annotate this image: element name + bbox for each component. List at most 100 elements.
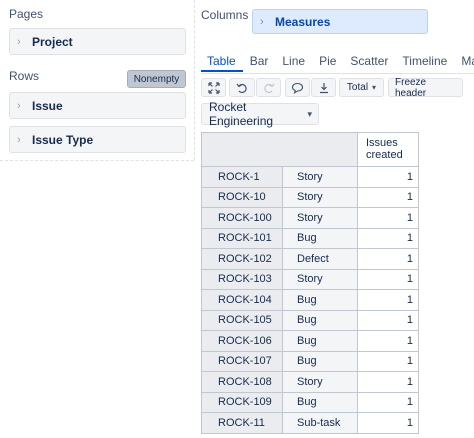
issue-type-cell[interactable]: Bug	[282, 350, 358, 372]
issue-cell[interactable]: ROCK-100	[201, 207, 283, 229]
chevron-right-icon: ›	[260, 15, 264, 28]
dimension-label: Project	[32, 34, 73, 49]
comment-button[interactable]	[285, 78, 310, 97]
pages-dimension-project[interactable]: › Project	[9, 28, 186, 55]
issue-type-cell[interactable]: Story	[282, 186, 358, 208]
columns-dimension-measures[interactable]: › Measures	[252, 9, 428, 34]
value-cell: 1	[357, 268, 419, 290]
chevron-right-icon: ›	[17, 133, 21, 146]
table-corner-cell	[201, 132, 358, 167]
issue-cell[interactable]: ROCK-1	[201, 166, 283, 188]
tab-map[interactable]: Map	[454, 52, 474, 72]
issue-type-cell[interactable]: Story	[282, 371, 358, 393]
tab-timeline[interactable]: Timeline	[395, 52, 454, 72]
table-row: ROCK-1 Story 1	[201, 166, 419, 188]
chevron-right-icon: ›	[17, 99, 21, 112]
issue-type-cell[interactable]: Bug	[282, 391, 358, 413]
chevron-right-icon: ›	[17, 35, 21, 48]
issue-type-cell[interactable]: Story	[282, 207, 358, 229]
issue-type-cell[interactable]: Sub-task	[282, 412, 358, 434]
table-row: ROCK-104 Bug 1	[201, 289, 419, 311]
total-label: Total	[346, 82, 369, 93]
table-row: ROCK-100 Story 1	[201, 207, 419, 229]
tab-scatter[interactable]: Scatter	[343, 52, 395, 72]
value-cell: 1	[357, 186, 419, 208]
pages-section-title: Pages	[9, 7, 44, 21]
project-selector-value: Rocket Engineering	[209, 100, 274, 128]
dimension-label: Measures	[275, 14, 331, 29]
comment-icon	[291, 82, 304, 94]
measure-header-line: Issues	[366, 137, 398, 149]
issue-type-cell[interactable]: Story	[282, 166, 358, 188]
issue-type-cell[interactable]: Bug	[282, 227, 358, 249]
table-row: ROCK-109 Bug 1	[201, 391, 419, 413]
undo-icon	[236, 83, 247, 93]
table-row: ROCK-10 Story 1	[201, 186, 419, 208]
issue-type-cell[interactable]: Bug	[282, 330, 358, 352]
view-tabs: Table Bar Line Pie Scatter Timeline Map	[201, 52, 474, 74]
issue-cell[interactable]: ROCK-107	[201, 350, 283, 372]
issue-cell[interactable]: ROCK-101	[201, 227, 283, 249]
table-row: ROCK-106 Bug 1	[201, 330, 419, 352]
export-button[interactable]	[311, 78, 336, 97]
total-dropdown[interactable]: Total ▾	[339, 78, 384, 97]
redo-button[interactable]	[256, 78, 281, 97]
dimension-label: Issue Type	[32, 132, 94, 147]
chevron-down-icon: ▾	[372, 83, 377, 92]
tab-table[interactable]: Table	[201, 52, 243, 72]
tabs-divider	[201, 73, 474, 74]
tab-pie[interactable]: Pie	[312, 52, 343, 72]
issue-type-cell[interactable]: Bug	[282, 309, 358, 331]
table-row: ROCK-103 Story 1	[201, 268, 419, 290]
measure-header-line: created	[366, 149, 403, 161]
issue-type-cell[interactable]: Story	[282, 268, 358, 290]
value-cell: 1	[357, 248, 419, 270]
redo-icon	[263, 83, 274, 93]
export-icon	[319, 82, 328, 93]
layout-panel: Pages › Project Rows Nonempty › Issue › …	[0, 0, 195, 161]
table-row: ROCK-102 Defect 1	[201, 248, 419, 270]
value-cell: 1	[357, 330, 419, 352]
value-cell: 1	[357, 371, 419, 393]
report-table: Issues created ROCK-1 Story 1 ROCK-10 Story 1…	[201, 132, 419, 434]
nonempty-toggle-button[interactable]: Nonempty	[127, 70, 186, 88]
issue-cell[interactable]: ROCK-103	[201, 268, 283, 290]
expand-button[interactable]	[201, 78, 226, 97]
columns-section-title: Columns	[201, 8, 249, 22]
value-cell: 1	[357, 289, 419, 311]
chevron-down-icon: ▾	[307, 108, 312, 119]
issue-cell[interactable]: ROCK-109	[201, 391, 283, 413]
freeze-header-button[interactable]: Freeze header	[388, 77, 463, 99]
value-cell: 1	[357, 350, 419, 372]
panel-divider	[0, 160, 194, 161]
table-row: ROCK-107 Bug 1	[201, 350, 419, 372]
issue-cell[interactable]: ROCK-102	[201, 248, 283, 270]
issue-cell[interactable]: ROCK-108	[201, 371, 283, 393]
issue-cell[interactable]: ROCK-10	[201, 186, 283, 208]
rows-section-title: Rows	[9, 69, 40, 83]
panel-divider	[194, 0, 195, 160]
table-row: ROCK-108 Story 1	[201, 371, 419, 393]
issue-cell[interactable]: ROCK-104	[201, 289, 283, 311]
measure-header-issues-created[interactable]: Issues created	[357, 132, 419, 167]
expand-icon	[207, 81, 220, 94]
issue-cell[interactable]: ROCK-11	[201, 412, 283, 434]
table-body: ROCK-1 Story 1 ROCK-10 Story 1 ROCK-100 Story 1 R…	[201, 166, 419, 434]
value-cell: 1	[357, 166, 419, 188]
issue-type-cell[interactable]: Defect	[282, 248, 358, 270]
issue-cell[interactable]: ROCK-106	[201, 330, 283, 352]
value-cell: 1	[357, 391, 419, 413]
rows-dimension-issue[interactable]: › Issue	[9, 92, 186, 119]
value-cell: 1	[357, 207, 419, 229]
table-row: ROCK-105 Bug 1	[201, 309, 419, 331]
issue-type-cell[interactable]: Bug	[282, 289, 358, 311]
tab-line[interactable]: Line	[275, 52, 312, 72]
value-cell: 1	[357, 412, 419, 434]
table-header-row: Issues created	[201, 132, 419, 167]
undo-button[interactable]	[229, 78, 255, 97]
tab-bar[interactable]: Bar	[243, 52, 276, 72]
issue-cell[interactable]: ROCK-105	[201, 309, 283, 331]
rows-dimension-issue-type[interactable]: › Issue Type	[9, 126, 186, 153]
project-selector[interactable]: Rocket Engineering ▾	[201, 100, 319, 128]
dimension-label: Issue	[32, 98, 63, 113]
